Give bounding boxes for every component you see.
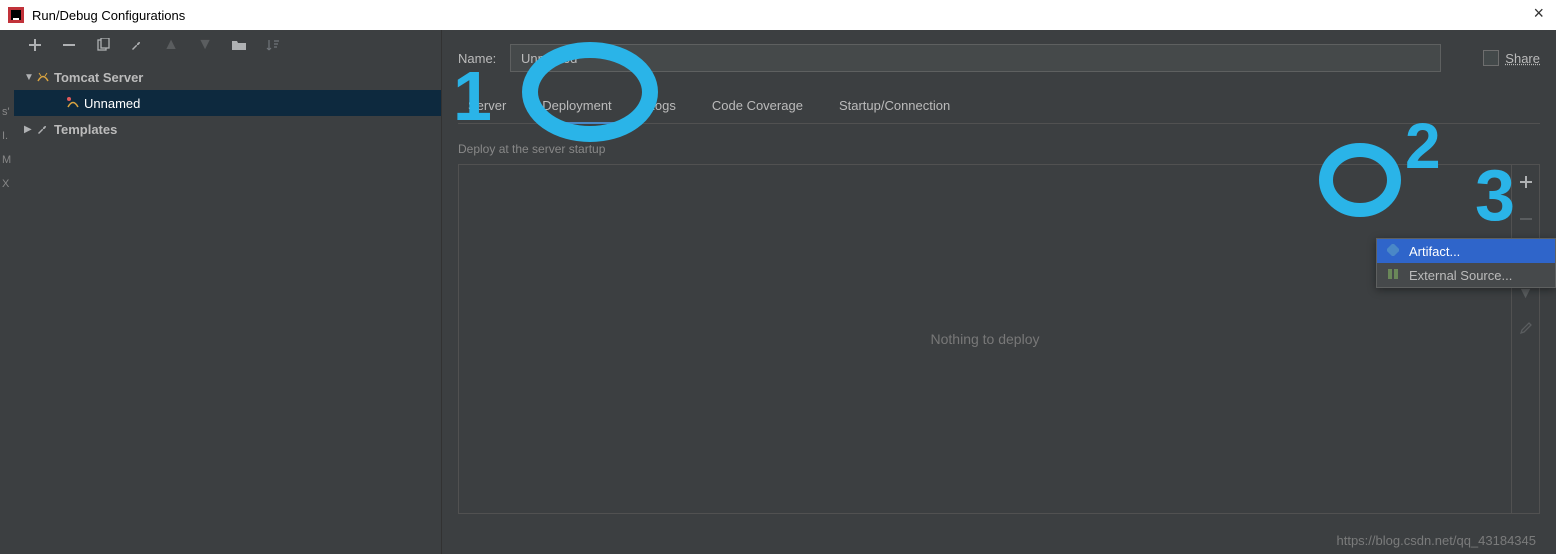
chevron-down-icon: ▼: [24, 72, 36, 83]
folder-icon[interactable]: [230, 36, 248, 54]
deploy-empty-text: Nothing to deploy: [459, 165, 1511, 513]
share-label[interactable]: Share: [1505, 51, 1540, 66]
titlebar: Run/Debug Configurations ×: [0, 0, 1556, 30]
add-deploy-popup: Artifact... External Source...: [1376, 238, 1556, 288]
app-logo-icon: [8, 7, 24, 23]
popup-item-external-source[interactable]: External Source...: [1377, 263, 1555, 287]
close-icon[interactable]: ×: [1533, 4, 1544, 22]
sort-icon[interactable]: [264, 36, 282, 54]
move-down-icon[interactable]: ▼: [196, 36, 214, 54]
chevron-right-icon: ▶: [24, 124, 36, 135]
tree-node-unnamed[interactable]: Unnamed: [14, 90, 441, 116]
tree-node-templates[interactable]: ▶ Templates: [14, 116, 441, 142]
window-title: Run/Debug Configurations: [32, 8, 185, 23]
name-input[interactable]: [510, 44, 1441, 72]
wrench-icon[interactable]: [128, 36, 146, 54]
tree-node-tomcat-server[interactable]: ▼ Tomcat Server: [14, 64, 441, 90]
edit-deploy-icon[interactable]: [1519, 321, 1533, 340]
wrench-small-icon: [36, 122, 54, 136]
tab-deployment[interactable]: Deployment: [538, 90, 615, 123]
deploy-side-toolbar: ▲ ▼: [1511, 165, 1539, 513]
config-tree: ▼ Tomcat Server Unnamed ▶ Templates: [14, 60, 441, 554]
add-config-icon[interactable]: [26, 36, 44, 54]
tree-node-label: Unnamed: [84, 96, 140, 111]
tab-server[interactable]: Server: [464, 90, 510, 123]
sidebar-toolbar: ▲ ▼: [14, 30, 441, 60]
add-deploy-icon[interactable]: [1519, 175, 1533, 194]
deploy-box: Nothing to deploy ▲ ▼: [458, 164, 1540, 514]
remove-deploy-icon[interactable]: [1519, 212, 1533, 231]
sidebar: ▲ ▼ ▼ Tomcat Server Unnamed ▶ Templates: [14, 30, 442, 554]
move-up-icon[interactable]: ▲: [162, 36, 180, 54]
share-checkbox[interactable]: [1483, 50, 1499, 66]
name-label: Name:: [458, 51, 498, 66]
deploy-section-label: Deploy at the server startup: [458, 142, 1540, 156]
copy-config-icon[interactable]: [94, 36, 112, 54]
tabs: Server Deployment Logs Code Coverage Sta…: [458, 90, 1540, 124]
popup-item-label: Artifact...: [1409, 244, 1460, 259]
popup-item-artifact[interactable]: Artifact...: [1377, 239, 1555, 263]
remove-config-icon[interactable]: [60, 36, 78, 54]
watermark: https://blog.csdn.net/qq_43184345: [1337, 533, 1537, 548]
tomcat-icon: [36, 70, 54, 84]
tree-node-label: Templates: [54, 122, 117, 137]
tree-node-label: Tomcat Server: [54, 70, 143, 85]
content-panel: Name: Share Server Deployment Logs Code …: [442, 30, 1556, 554]
tab-code-coverage[interactable]: Code Coverage: [708, 90, 807, 123]
popup-item-label: External Source...: [1409, 268, 1512, 283]
artifact-icon: [1387, 244, 1401, 259]
external-source-icon: [1387, 268, 1401, 283]
tab-startup-connection[interactable]: Startup/Connection: [835, 90, 954, 123]
left-gutter: s'I.MX: [0, 30, 14, 554]
tab-logs[interactable]: Logs: [644, 90, 680, 123]
tomcat-run-icon: [66, 96, 84, 110]
